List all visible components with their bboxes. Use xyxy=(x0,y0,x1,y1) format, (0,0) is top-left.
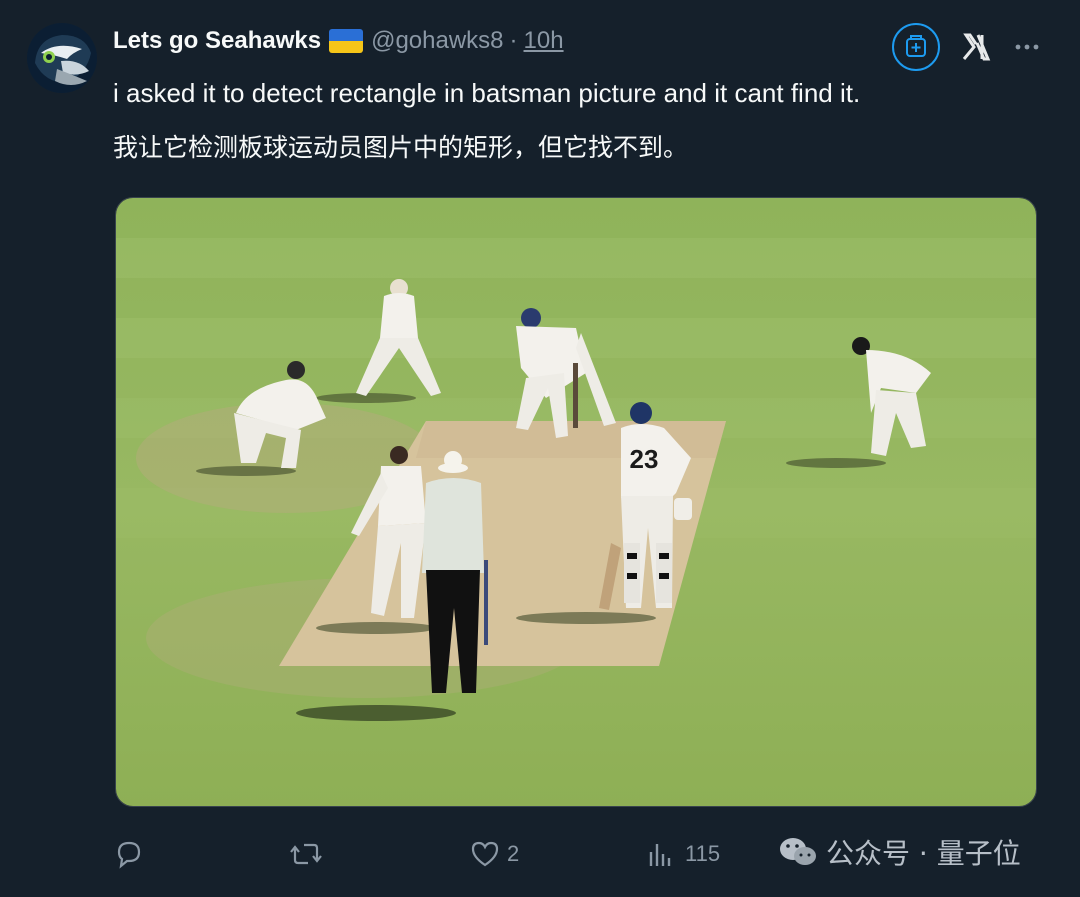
subscribe-button[interactable] xyxy=(892,23,940,71)
reply-icon xyxy=(117,841,141,869)
more-options-icon[interactable] xyxy=(1012,32,1042,62)
tweet: Lets go Seahawks @gohawks8 · 10h i asked… xyxy=(0,0,1080,897)
heart-icon xyxy=(471,841,499,867)
separator-dot: · xyxy=(509,27,518,54)
bookmark-plus-icon xyxy=(906,35,926,57)
watermark-text: 公众号 · 量子位 xyxy=(826,837,1021,870)
retweet-button[interactable] xyxy=(289,832,323,876)
seahawk-avatar-icon xyxy=(27,23,97,93)
avatar[interactable] xyxy=(27,23,97,93)
player-number: 23 xyxy=(630,444,659,474)
watermark: 公众号 · 量子位 xyxy=(778,832,1021,872)
ukraine-flag-icon xyxy=(329,29,364,53)
like-button[interactable]: 2 xyxy=(469,832,519,876)
tweet-header: Lets go Seahawks @gohawks8 · 10h xyxy=(113,24,564,58)
cricket-photo: 23 xyxy=(116,198,1036,806)
wechat-icon xyxy=(780,838,816,865)
retweet-icon xyxy=(290,843,322,865)
tweet-text-chinese: 我让它检测板球运动员图片中的矩形，但它找不到。 xyxy=(113,133,689,162)
timestamp[interactable]: 10h xyxy=(524,27,564,55)
tweet-top-actions xyxy=(892,23,1042,71)
like-count: 2 xyxy=(507,841,520,866)
reply-button[interactable] xyxy=(113,832,145,876)
user-handle[interactable]: @gohawks8 xyxy=(371,27,503,55)
views-chart-icon xyxy=(649,844,671,866)
tweet-text-english: i asked it to detect rectangle in batsma… xyxy=(113,78,861,108)
tweet-media[interactable]: 23 xyxy=(115,197,1037,807)
display-name[interactable]: Lets go Seahawks xyxy=(113,27,321,55)
views-button[interactable]: 115 xyxy=(647,832,720,876)
views-count: 115 xyxy=(685,841,721,866)
grok-icon[interactable] xyxy=(960,31,992,63)
